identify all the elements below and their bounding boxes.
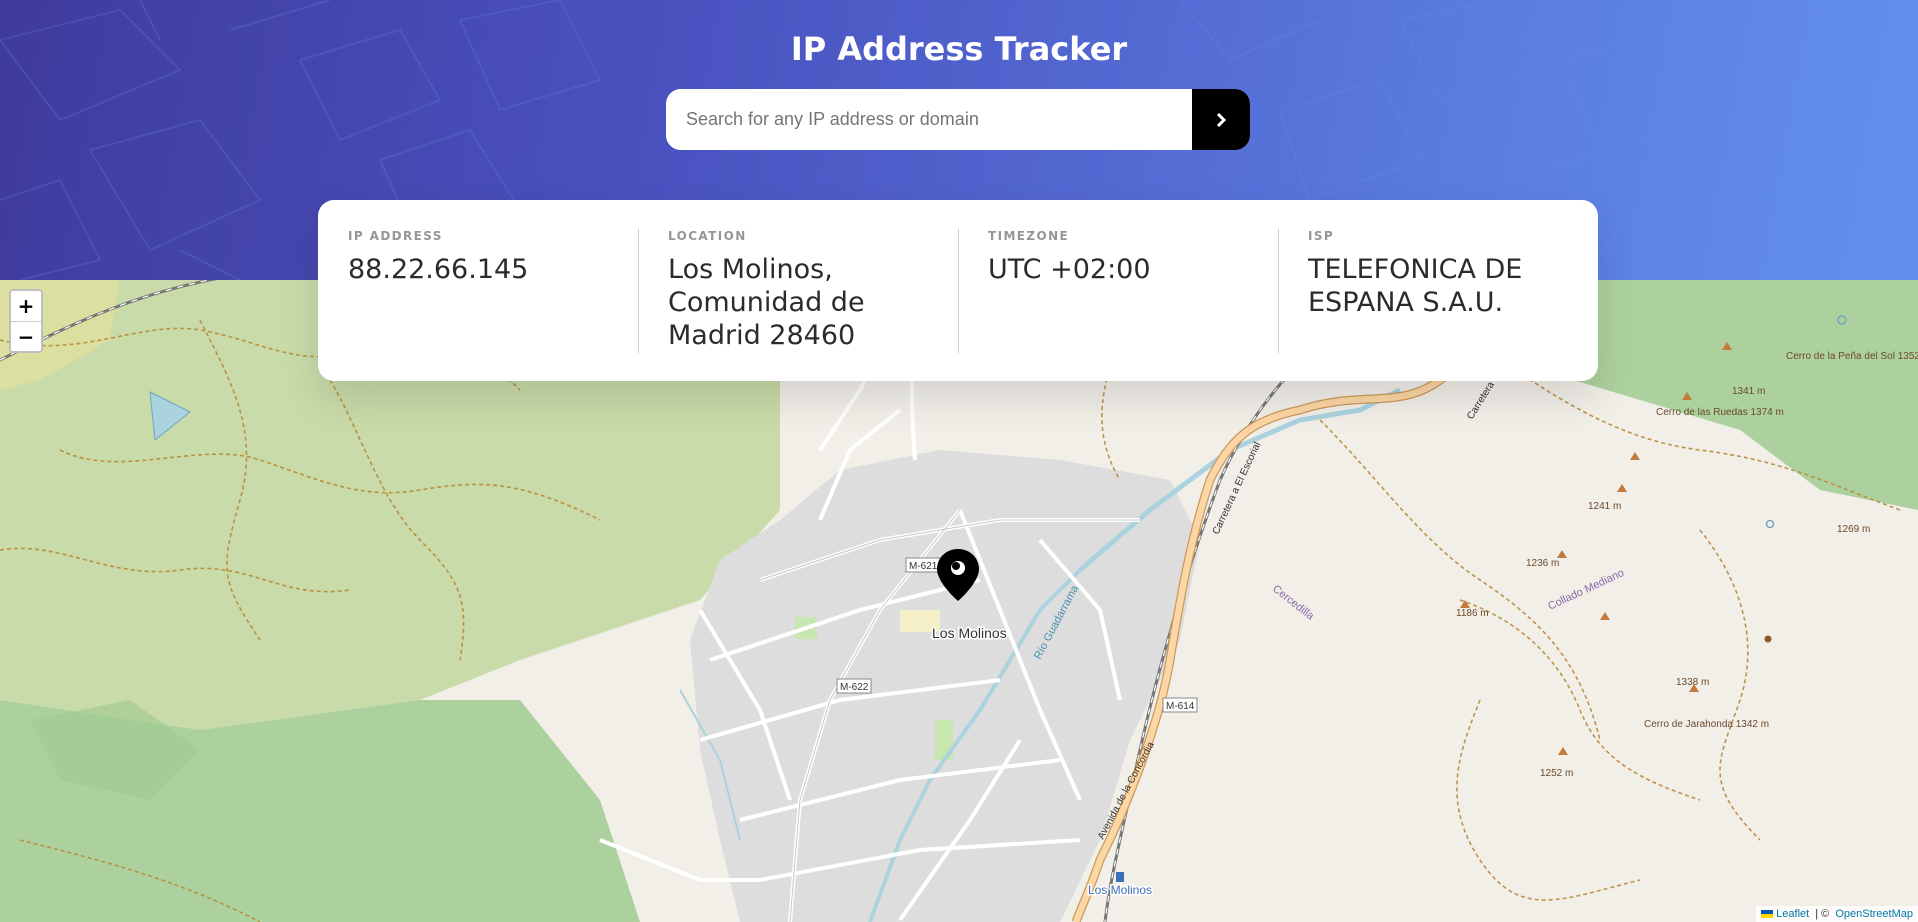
chevron-right-icon bbox=[1216, 112, 1226, 127]
page-title: IP Address Tracker bbox=[790, 30, 1128, 68]
isp-section: ISP TELEFONICA DE ESPANA S.A.U. bbox=[1278, 229, 1598, 353]
ip-address-value: 88.22.66.145 bbox=[348, 254, 529, 285]
road-shield-m622: M-622 bbox=[840, 682, 869, 693]
peak-label-5: 1338 m bbox=[1676, 677, 1709, 688]
peak-label-2: 1236 m bbox=[1526, 558, 1559, 569]
zoom-control: + − bbox=[9, 289, 43, 353]
timezone-value: UTC +02:00 bbox=[988, 254, 1151, 285]
peak-label-9: 1341 m bbox=[1732, 386, 1765, 397]
search-form bbox=[666, 89, 1250, 150]
road-shield-m621: M-621 bbox=[909, 561, 938, 572]
ukraine-flag-icon bbox=[1761, 910, 1774, 918]
isp-value: TELEFONICA DE ESPANA S.A.U. bbox=[1308, 254, 1523, 318]
search-input[interactable] bbox=[666, 89, 1192, 150]
location-value: Los Molinos, Comunidad de Madrid 28460 bbox=[668, 254, 865, 351]
peak-label-3: 1241 m bbox=[1588, 501, 1621, 512]
zoom-out-button[interactable]: − bbox=[11, 321, 41, 351]
zoom-in-button[interactable]: + bbox=[11, 291, 41, 321]
isp-label: ISP bbox=[1308, 229, 1335, 243]
location-label: LOCATION bbox=[668, 229, 747, 243]
location-marker-icon[interactable] bbox=[935, 547, 981, 603]
peak-label-6: 1252 m bbox=[1540, 768, 1573, 779]
openstreetmap-link[interactable]: OpenStreetMap bbox=[1835, 908, 1913, 920]
location-section: LOCATION Los Molinos, Comunidad de Madri… bbox=[638, 229, 958, 353]
peak-label-1: 1186 m bbox=[1456, 608, 1489, 619]
peak-label-8: Cerro de las Ruedas 1374 m bbox=[1656, 407, 1784, 418]
attribution-separator: | © bbox=[1812, 908, 1833, 920]
map-attribution: Leaflet | © OpenStreetMap bbox=[1756, 906, 1918, 922]
leaflet-link[interactable]: Leaflet bbox=[1776, 908, 1809, 920]
ip-address-section: IP ADDRESS 88.22.66.145 bbox=[318, 229, 638, 353]
search-button[interactable] bbox=[1192, 89, 1250, 150]
ip-info-card: IP ADDRESS 88.22.66.145 LOCATION Los Mol… bbox=[318, 200, 1598, 381]
town-label: Los Molinos bbox=[932, 625, 1007, 641]
ip-address-label: IP ADDRESS bbox=[348, 229, 443, 243]
peak-label-4: 1269 m bbox=[1837, 524, 1870, 535]
station-label: Los Molinos bbox=[1088, 883, 1152, 897]
road-shield-m614: M-614 bbox=[1166, 701, 1195, 712]
timezone-label: TIMEZONE bbox=[988, 229, 1070, 243]
timezone-section: TIMEZONE UTC +02:00 bbox=[958, 229, 1278, 353]
peak-label-10: Cerro de la Peña del Sol 1352 m bbox=[1786, 351, 1918, 362]
peak-label-7: Cerro de Jarahonda 1342 m bbox=[1644, 719, 1769, 730]
